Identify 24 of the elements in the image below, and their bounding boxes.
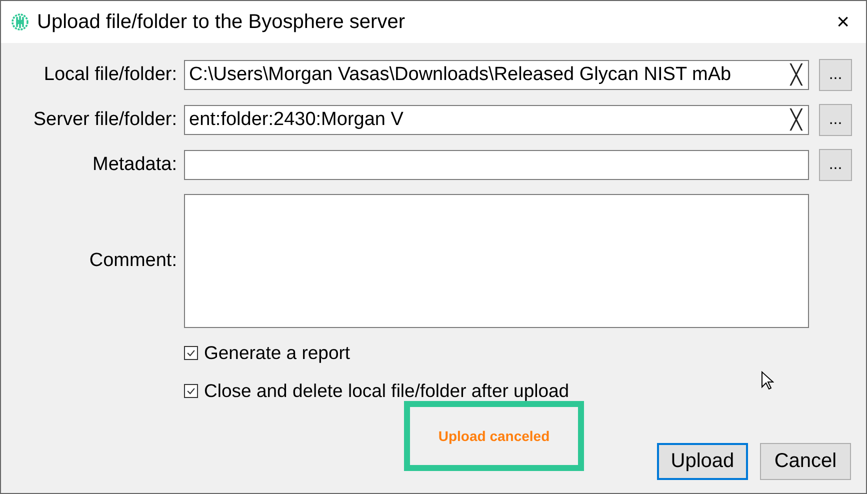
checkbox[interactable] <box>184 384 198 398</box>
checkbox[interactable] <box>184 346 198 360</box>
window-title: Upload file/folder to the Byosphere server <box>37 10 406 34</box>
browse-button[interactable]: ... <box>819 59 852 91</box>
field-label: Metadata: <box>92 154 177 176</box>
dialog-button[interactable]: Upload <box>657 443 748 480</box>
clear-button[interactable]: ╳ <box>788 64 804 86</box>
close-button[interactable]: × <box>820 8 866 36</box>
checkbox-label[interactable]: Close and delete local file/folder after upload <box>204 380 570 402</box>
clear-button[interactable]: ╳ <box>788 109 804 131</box>
logo-icon <box>11 13 29 31</box>
checkbox-label[interactable]: Generate a report <box>204 342 350 364</box>
input-field[interactable] <box>184 150 809 180</box>
browse-button[interactable]: ... <box>819 104 852 136</box>
input-field[interactable]: ent:folder:2430:Morgan V ╳ <box>184 105 809 135</box>
comment-field[interactable] <box>184 194 809 328</box>
dialog-button[interactable]: Cancel <box>760 443 851 480</box>
field-label: Comment: <box>88 250 177 272</box>
input-field[interactable]: C:\Users\Morgan Vasas\Downloads\Released Glycan NIST mAb ╳ <box>184 60 809 90</box>
field-label: Local file/folder: <box>42 64 177 86</box>
field-label: Server file/folder: <box>32 109 177 131</box>
status-message: Upload canceled <box>438 428 550 444</box>
cursor-icon <box>761 371 774 390</box>
browse-button[interactable]: ... <box>819 149 852 181</box>
